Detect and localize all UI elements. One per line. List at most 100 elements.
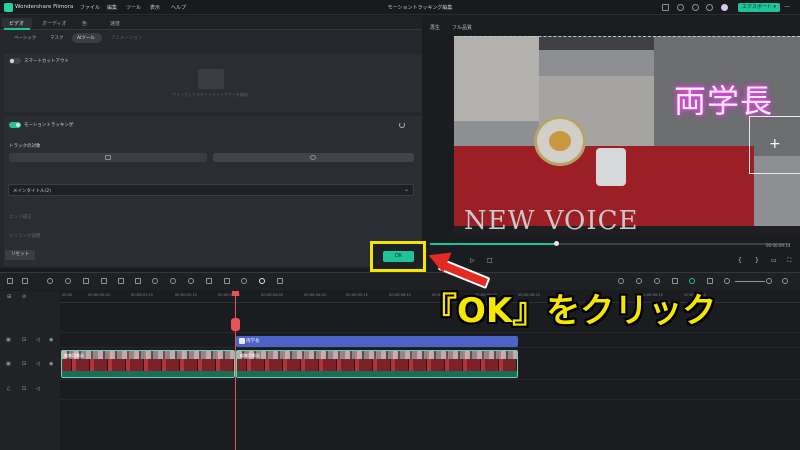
cut-icon[interactable]: [101, 278, 107, 284]
zoom-slider[interactable]: [735, 281, 765, 282]
smart-cutout-placeholder-icon[interactable]: [198, 69, 224, 89]
zoom-in-icon[interactable]: [766, 278, 772, 284]
crop-icon[interactable]: [118, 278, 124, 284]
tab-audio[interactable]: オーディオ: [42, 20, 67, 27]
motion-tracking-label: モーショントラッキング: [24, 123, 74, 128]
zoom-out-icon[interactable]: [724, 278, 730, 284]
video-clip-left[interactable]: [61, 350, 235, 378]
menu-edit[interactable]: 編集: [107, 4, 117, 11]
stop-icon[interactable]: □: [487, 257, 493, 264]
tracking-object-label: トラックの対象: [9, 144, 41, 149]
timeline-settings-icon[interactable]: [782, 278, 788, 284]
speed-icon[interactable]: [170, 278, 176, 284]
tracking-icon[interactable]: [259, 278, 265, 284]
ruler-tick-8: 00:00:06:10: [389, 293, 411, 297]
subtab-animation[interactable]: アニメーション: [111, 35, 142, 41]
tracking-option-right[interactable]: [213, 153, 414, 162]
mark-in-icon[interactable]: {: [738, 257, 742, 264]
subtab-basic[interactable]: ベーシック: [14, 35, 36, 41]
tracking-option-left[interactable]: [9, 153, 207, 162]
monitor-icon[interactable]: [662, 4, 669, 11]
mute-icon[interactable]: ◁: [36, 386, 40, 392]
snap-icon[interactable]: [277, 278, 283, 284]
track-headers: [0, 291, 60, 450]
lock-icon[interactable]: ⊡: [22, 337, 26, 343]
link-element-value: メインタイトル(2): [13, 189, 51, 194]
tab-speed[interactable]: 速度: [110, 20, 120, 27]
eye-icon[interactable]: ◉: [49, 361, 53, 367]
avatar[interactable]: [721, 4, 728, 11]
video-clip-left-label: 編集用動画: [64, 353, 84, 358]
fullscreen-icon[interactable]: ⛶: [787, 257, 791, 265]
mute-icon[interactable]: ◁: [36, 361, 40, 367]
select-tool-icon[interactable]: [22, 278, 28, 284]
refresh-icon[interactable]: [399, 122, 405, 128]
window-controls-icon[interactable]: —: [784, 3, 790, 10]
lock-icon[interactable]: ⊡: [22, 386, 26, 392]
video-clip-right[interactable]: [236, 350, 518, 378]
download-icon[interactable]: [706, 4, 713, 11]
title-bar: Wondershare Filmora ファイル 編集 ツール 表示 ヘルプ モ…: [0, 0, 800, 15]
link-element-select[interactable]: メインタイトル(2) ⌄: [8, 184, 414, 196]
eye-icon[interactable]: ◉: [49, 337, 53, 343]
tab-video[interactable]: ビデオ: [9, 20, 24, 27]
playhead-top[interactable]: [232, 291, 239, 296]
smart-cutout-toggle[interactable]: [9, 58, 21, 64]
preview-play-label[interactable]: 再生: [430, 24, 440, 31]
playhead-handle[interactable]: [231, 318, 240, 331]
text-icon[interactable]: [135, 278, 141, 284]
color-icon[interactable]: [152, 278, 158, 284]
timecode: 00:00:09:14: [766, 243, 791, 248]
title-clip[interactable]: [236, 336, 518, 347]
lock-icon[interactable]: ⊡: [22, 361, 26, 367]
smart-cutout-label: スマートカットアウト: [24, 59, 69, 64]
option-edge-label: エッジ補正: [9, 215, 32, 220]
redo-icon[interactable]: [65, 278, 71, 284]
chevron-down-icon: ⌄: [403, 186, 409, 193]
delete-icon[interactable]: [83, 278, 89, 284]
preview-quality-label[interactable]: フル品質: [452, 24, 472, 31]
help-icon[interactable]: ⓘ: [69, 122, 74, 128]
transform-icon[interactable]: [206, 278, 212, 284]
video-preview[interactable]: NEW VOICE 両学長 +: [454, 36, 800, 236]
title-clip-label: 両学長: [246, 339, 260, 344]
title-clip-icon: [239, 338, 245, 344]
lightbulb-icon[interactable]: [677, 4, 684, 11]
ruler-tick-3: 00:00:02:10: [175, 293, 197, 297]
mute-icon[interactable]: ◁: [36, 337, 40, 343]
link-icon[interactable]: ⊘: [22, 294, 26, 300]
menu-view[interactable]: 表示: [150, 4, 160, 11]
export-button[interactable]: エクスポート ▾: [738, 3, 780, 12]
audio-lane[interactable]: [60, 380, 800, 400]
ok-button[interactable]: OK: [383, 251, 414, 262]
playhead[interactable]: [235, 291, 236, 450]
poster-text: NEW VOICE: [464, 206, 639, 236]
display-icon[interactable]: ▭: [771, 257, 777, 264]
scrubber-handle[interactable]: [554, 241, 559, 246]
add-track-icon[interactable]: ⊞: [7, 294, 11, 300]
layout-icon[interactable]: [7, 278, 13, 284]
play-icon[interactable]: ▷: [470, 257, 475, 264]
ai-icon[interactable]: [224, 278, 230, 284]
reset-button[interactable]: リセット: [5, 250, 35, 260]
menu-file[interactable]: ファイル: [80, 4, 100, 11]
ruler-tick-6: 00:00:04:20: [304, 293, 326, 297]
crosshair-icon[interactable]: +: [769, 136, 781, 152]
mark-out-icon[interactable]: }: [755, 257, 759, 264]
stabilize-icon[interactable]: [241, 278, 247, 284]
smart-cutout-hint: クリックしてスマートカットアウトを開始: [172, 92, 248, 97]
timer-icon[interactable]: [188, 278, 194, 284]
undo-icon[interactable]: [47, 278, 53, 284]
project-title: モーショントラッキング編集: [387, 5, 453, 11]
motion-tracking-toggle[interactable]: [9, 122, 21, 128]
tab-color[interactable]: 色: [82, 20, 87, 27]
ruler-tick-1: 00:00:00:20: [88, 293, 110, 297]
option-trim-label: トリミング調整: [9, 234, 41, 239]
subtab-ai-tools[interactable]: AIツール: [77, 35, 95, 41]
menu-help[interactable]: ヘルプ: [171, 4, 186, 11]
cloud-icon[interactable]: [692, 4, 699, 11]
video-clip-right-label: 編集用動画: [240, 353, 260, 358]
menu-tools[interactable]: ツール: [126, 4, 141, 11]
subtab-mask[interactable]: マスク: [50, 35, 64, 41]
preview-scrubber[interactable]: [430, 243, 790, 245]
